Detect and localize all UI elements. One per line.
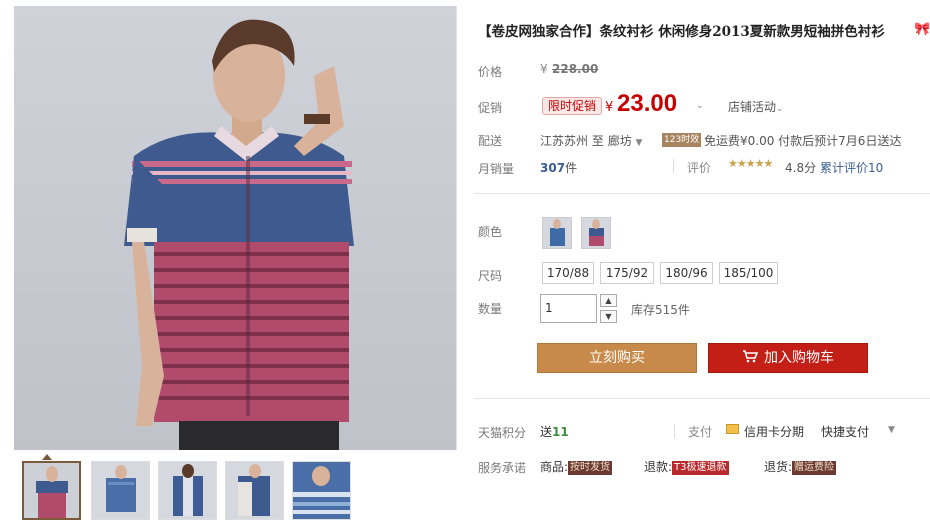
- ship-to-word: 至: [591, 134, 604, 148]
- shop-activity-chevron-down-icon: ⌄: [776, 104, 784, 114]
- color-swatch-red[interactable]: [581, 217, 611, 249]
- service-goods-label: 商品:: [540, 460, 569, 474]
- tmall-points-label: 天猫积分: [478, 426, 527, 440]
- service-return-label: 退货:: [764, 460, 793, 474]
- service-item-return: 退货: 赠运费险: [764, 458, 837, 475]
- cart-icon: [742, 345, 759, 363]
- shop-activity-dropdown[interactable]: 店铺活动⌄: [728, 98, 784, 115]
- quantity-input[interactable]: 1: [540, 294, 597, 323]
- size-option-170[interactable]: 170/88: [542, 262, 594, 284]
- service-refund-tag: T3极速退款: [672, 461, 729, 475]
- shipping-fee-estimate: 免运费¥0.00 付款后预计7月6日送达: [704, 134, 902, 148]
- size-option-185[interactable]: 185/100: [719, 262, 778, 284]
- service-refund-label: 退款:: [644, 460, 673, 474]
- promo-label: 促销: [478, 101, 503, 115]
- color-swatch-red-image: [582, 218, 610, 248]
- monthly-sales: 307件: [540, 159, 577, 176]
- points-prefix: 送: [540, 425, 553, 439]
- ribbon-icon: 🎀: [914, 22, 930, 37]
- tmall-points: 送11: [540, 423, 569, 440]
- payment-caret-down-icon[interactable]: ▼: [888, 425, 895, 435]
- monthly-sales-count: 307: [540, 161, 566, 175]
- size-option-180[interactable]: 180/96: [660, 262, 713, 284]
- service-goods-tag: 按时发货: [568, 461, 613, 475]
- quantity-increase-button[interactable]: ▲: [600, 294, 617, 307]
- thumbnail-2-image: [92, 462, 149, 519]
- model-photo-illustration: [14, 6, 456, 450]
- monthly-sales-unit: 件: [565, 161, 578, 175]
- thumbnail-4-image: [226, 462, 283, 519]
- price-chevron-down-icon[interactable]: ⌄: [696, 101, 704, 111]
- product-info-panel: 【卷皮网独家合作】条纹衬衫 休闲修身2013夏新款男短袖拼色衬衫 🎀 价格 ¥ …: [458, 6, 930, 531]
- size-label: 尺码: [478, 269, 503, 283]
- quantity-decrease-button[interactable]: ▼: [600, 310, 617, 323]
- ship-from-city: 江苏苏州: [540, 134, 589, 148]
- service-return-tag: 赠运费险: [792, 461, 837, 475]
- quantity-label: 数量: [478, 302, 503, 316]
- thumbnail-2[interactable]: [91, 461, 150, 520]
- main-product-image[interactable]: [14, 6, 457, 450]
- section-divider-1: [474, 193, 930, 194]
- thumbnail-1[interactable]: [22, 461, 81, 520]
- promo-badge: 限时促销: [542, 97, 603, 115]
- sales-divider: [673, 159, 674, 173]
- current-price-currency: ¥: [605, 100, 614, 115]
- credit-card-icon: [726, 424, 739, 434]
- add-to-cart-label: 加入购物车: [764, 350, 834, 366]
- service-promise-label: 服务承诺: [478, 461, 527, 475]
- review-label: 评价: [687, 161, 712, 175]
- color-swatch-blue-image: [543, 218, 571, 248]
- ship-destination-selector[interactable]: 廊坊 ▼: [608, 134, 643, 148]
- thumbnail-3-image: [159, 462, 216, 519]
- shop-activity-label: 店铺活动: [728, 100, 777, 114]
- current-price: 23.00: [617, 90, 678, 117]
- shipping-label: 配送: [478, 134, 503, 148]
- payment-label: 支付: [688, 425, 713, 439]
- price-label: 价格: [478, 65, 503, 79]
- credit-card-installment-link[interactable]: 信用卡分期: [744, 423, 804, 440]
- rating-stars-icon: ★★★★★: [728, 157, 773, 170]
- product-title: 【卷皮网独家合作】条纹衬衫 休闲修身2013夏新款男短袖拼色衬衫: [478, 24, 885, 40]
- thumbnail-4[interactable]: [225, 461, 284, 520]
- rating-score: 4.8分: [785, 161, 817, 175]
- color-label: 颜色: [478, 225, 503, 239]
- add-to-cart-button[interactable]: 加入购物车: [708, 343, 868, 373]
- monthly-sales-label: 月销量: [478, 162, 515, 176]
- service-item-goods: 商品: 按时发货: [540, 458, 613, 475]
- quick-pay-link[interactable]: 快捷支付: [821, 423, 869, 440]
- buy-now-button[interactable]: 立刻购买: [537, 343, 697, 373]
- destination-caret-down-icon: ▼: [635, 138, 643, 148]
- review-count-link[interactable]: 累计评价10: [820, 159, 883, 176]
- color-swatch-blue[interactable]: [542, 217, 572, 249]
- thumbnail-selected-caret-icon: [42, 454, 52, 460]
- delivery-timeliness-tag: 123时效: [662, 133, 702, 147]
- original-price: 228.00: [552, 62, 599, 76]
- points-divider: [674, 424, 675, 438]
- original-price-currency: ¥: [540, 62, 548, 76]
- thumbnail-1-image: [24, 463, 79, 518]
- thumbnail-5[interactable]: [292, 461, 351, 520]
- thumbnail-5-image: [293, 462, 350, 519]
- service-item-refund: 退款: T3极速退款: [644, 458, 729, 475]
- thumbnail-strip: [14, 452, 457, 531]
- shipping-route: 江苏苏州 至 廊坊 ▼: [540, 132, 642, 149]
- points-value: 11: [552, 425, 569, 439]
- ship-destination: 廊坊: [607, 134, 632, 148]
- section-divider-2: [474, 398, 930, 399]
- thumbnail-3[interactable]: [158, 461, 217, 520]
- size-option-175[interactable]: 175/92: [600, 262, 654, 284]
- stock-count: 库存515件: [631, 303, 690, 317]
